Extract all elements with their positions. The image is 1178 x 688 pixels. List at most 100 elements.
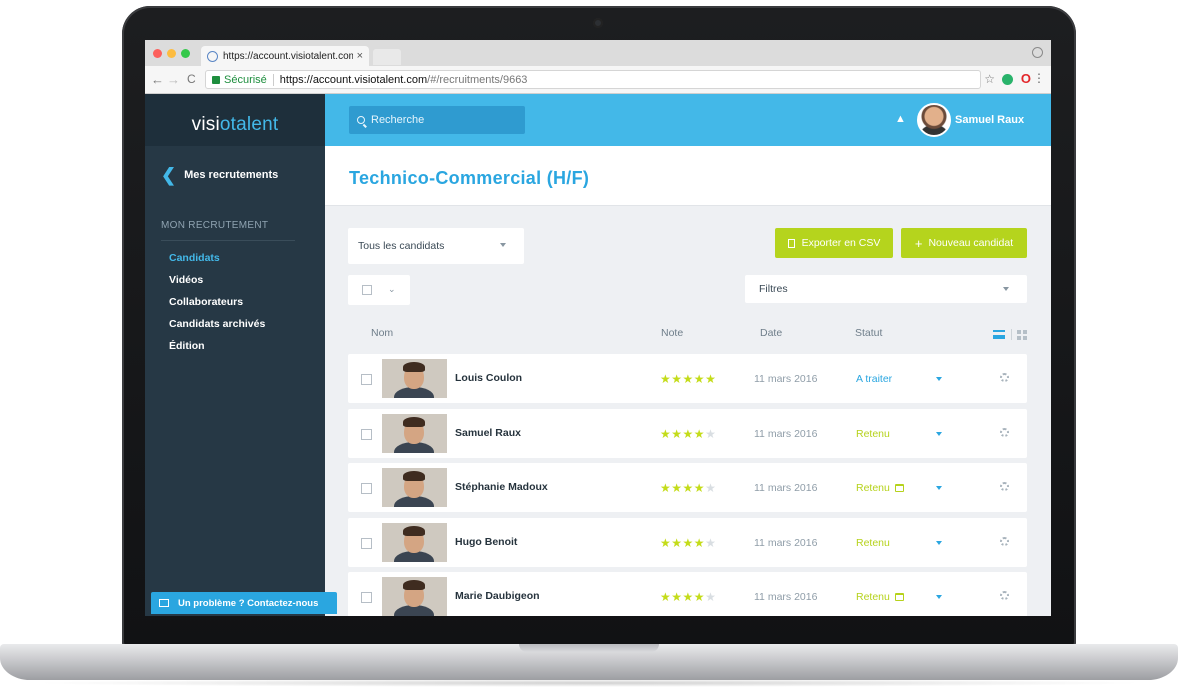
sidebar: visiotalent ❮ Mes recrutements MON RECRU… — [145, 94, 325, 616]
address-bar[interactable]: Sécurisé https://account.visiotalent.com… — [205, 70, 981, 89]
candidate-rating[interactable]: ★★★★★ — [660, 590, 716, 604]
row-checkbox[interactable] — [361, 592, 372, 604]
thumbnail-hair — [403, 362, 425, 372]
candidate-video-thumbnail[interactable] — [382, 522, 447, 562]
column-header-date[interactable]: Date — [760, 327, 782, 339]
browser-menu-icon[interactable]: ⋮ — [1033, 71, 1045, 85]
candidate-name[interactable]: Hugo Benoit — [455, 536, 517, 548]
filters-select[interactable]: Filtres — [745, 275, 1027, 303]
sidebar-item-candidats[interactable]: Candidats — [169, 252, 220, 264]
reload-icon[interactable]: C — [187, 72, 196, 86]
select-all-checkbox[interactable] — [362, 285, 372, 295]
window-minimize-button[interactable] — [167, 49, 176, 58]
rating-star-icon: ★ — [671, 535, 683, 550]
sidebar-item-collaborateurs[interactable]: Collaborateurs — [169, 296, 243, 308]
status-dropdown-caret-icon[interactable] — [936, 595, 942, 600]
gear-icon[interactable] — [1000, 591, 1009, 601]
search-input[interactable]: Recherche — [349, 106, 525, 134]
bulk-select-dropdown[interactable]: ⌄ — [348, 275, 410, 305]
gear-icon[interactable] — [1000, 427, 1009, 437]
candidate-status[interactable]: A traiter — [856, 373, 892, 385]
new-candidate-button[interactable]: + Nouveau candidat — [901, 228, 1027, 258]
status-dropdown-caret-icon[interactable] — [936, 540, 942, 545]
candidate-video-thumbnail[interactable] — [382, 468, 447, 508]
back-arrow-icon[interactable]: ← — [151, 72, 164, 87]
table-row[interactable]: Marie Daubigeon ★★★★★ 11 mars 2016 Retenu — [348, 572, 1027, 616]
browser-tab[interactable]: https://account.visiotalent.com × — [201, 46, 369, 66]
column-header-name[interactable]: Nom — [371, 327, 393, 339]
app-logo[interactable]: visiotalent — [145, 114, 325, 136]
candidate-video-thumbnail[interactable] — [382, 577, 447, 616]
candidate-rating[interactable]: ★★★★★ — [660, 372, 716, 386]
candidate-date: 11 mars 2016 — [754, 536, 818, 549]
table-row[interactable]: Samuel Raux ★★★★★ 11 mars 2016 Retenu — [348, 408, 1027, 458]
candidate-status[interactable]: Retenu — [856, 428, 890, 440]
candidate-video-thumbnail[interactable] — [382, 413, 447, 453]
rating-star-icon: ★ — [682, 535, 694, 550]
forward-arrow-icon[interactable]: → — [167, 72, 180, 87]
candidate-status[interactable]: Retenu — [856, 482, 904, 494]
gear-icon[interactable] — [1000, 536, 1009, 546]
candidate-rating[interactable]: ★★★★★ — [660, 481, 716, 495]
calendar-icon — [894, 593, 904, 602]
sidebar-item-videos[interactable]: Vidéos — [169, 274, 203, 286]
candidate-name[interactable]: Stéphanie Madoux — [455, 481, 548, 493]
bookmark-star-icon[interactable]: ☆ — [984, 72, 995, 86]
sidebar-item-archived-candidates[interactable]: Candidats archivés — [169, 318, 265, 330]
column-header-status[interactable]: Statut — [855, 327, 882, 339]
user-name[interactable]: Samuel Raux — [955, 114, 1024, 126]
sidebar-item-edition[interactable]: Édition — [169, 340, 205, 352]
contact-support-button[interactable]: Un problème ? Contactez-nous — [151, 592, 337, 614]
window-zoom-button[interactable] — [181, 49, 190, 58]
row-checkbox[interactable] — [361, 537, 372, 549]
logo-text-right: talent — [230, 114, 279, 135]
status-dropdown-caret-icon[interactable] — [936, 486, 942, 491]
mail-icon — [159, 599, 169, 607]
status-dropdown-caret-icon[interactable] — [936, 377, 942, 381]
table-row[interactable]: Louis Coulon ★★★★★ 11 mars 2016 A traiter — [348, 354, 1027, 403]
opera-icon[interactable]: O — [1021, 71, 1031, 86]
profile-icon[interactable] — [1032, 47, 1043, 58]
avatar[interactable] — [917, 103, 951, 137]
chevron-down-icon: ⌄ — [388, 284, 396, 294]
row-checkbox[interactable] — [361, 428, 372, 440]
table-row[interactable]: Stéphanie Madoux ★★★★★ 11 mars 2016 Retenu — [348, 463, 1027, 513]
status-label: Retenu — [856, 482, 890, 495]
status-label: Retenu — [856, 591, 890, 604]
candidate-name[interactable]: Louis Coulon — [455, 372, 522, 384]
back-to-recruitments-link[interactable]: ❮ Mes recrutements — [161, 166, 278, 184]
export-csv-button[interactable]: Exporter en CSV — [775, 228, 893, 258]
candidate-status[interactable]: Retenu — [856, 537, 890, 549]
candidate-date: 11 mars 2016 — [754, 427, 818, 440]
globe-icon — [207, 50, 218, 62]
extension-icon[interactable] — [1002, 74, 1013, 85]
column-header-rating[interactable]: Note — [661, 327, 683, 339]
candidate-name[interactable]: Marie Daubigeon — [455, 590, 540, 602]
main-content: Technico-Commercial (H/F) Tous les candi… — [325, 146, 1051, 616]
candidate-name[interactable]: Samuel Raux — [455, 427, 521, 439]
window-close-button[interactable] — [153, 49, 162, 58]
page-header: Technico-Commercial (H/F) — [325, 146, 1051, 206]
bell-icon[interactable]: ▲ — [895, 113, 906, 125]
gear-icon[interactable] — [1000, 373, 1009, 382]
candidate-rating[interactable]: ★★★★★ — [660, 536, 716, 550]
candidate-rating[interactable]: ★★★★★ — [660, 427, 716, 441]
gear-icon[interactable] — [1000, 482, 1009, 492]
row-checkbox[interactable] — [361, 374, 372, 385]
candidate-list: Louis Coulon ★★★★★ 11 mars 2016 A traiter Sa… — [348, 354, 1027, 616]
row-checkbox[interactable] — [361, 483, 372, 495]
url-separator — [272, 73, 274, 86]
candidate-filter-select[interactable]: Tous les candidats — [348, 228, 524, 264]
rating-star-icon: ★ — [693, 481, 706, 496]
table-row[interactable]: Hugo Benoit ★★★★★ 11 mars 2016 Retenu — [348, 517, 1027, 567]
laptop-screen: https://account.visiotalent.com × ← → C … — [145, 40, 1051, 616]
tab-close-icon[interactable]: × — [357, 50, 363, 62]
list-view-icon[interactable] — [993, 330, 1005, 339]
rating-star-icon: ★ — [671, 372, 683, 386]
candidate-status[interactable]: Retenu — [856, 591, 904, 603]
candidate-video-thumbnail[interactable] — [382, 359, 447, 398]
status-dropdown-caret-icon[interactable] — [936, 431, 942, 436]
new-tab-button[interactable] — [373, 49, 401, 65]
grid-view-icon[interactable] — [1017, 330, 1027, 340]
sidebar-divider — [161, 240, 295, 241]
